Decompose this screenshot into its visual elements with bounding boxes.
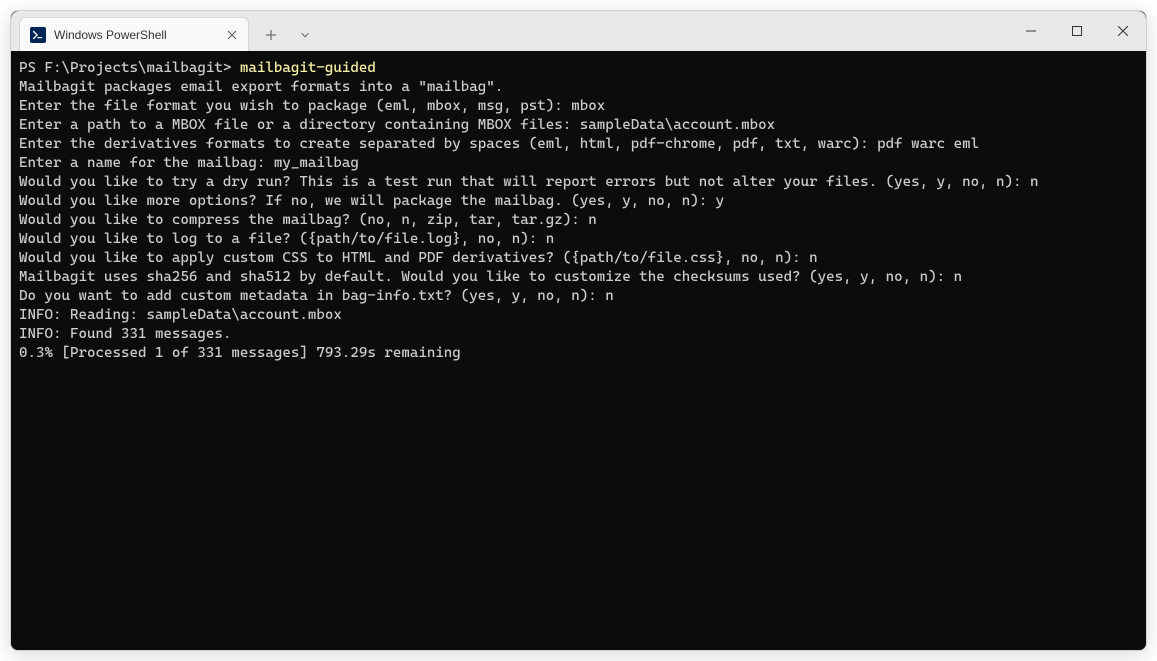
tab-title: Windows PowerShell bbox=[54, 28, 216, 42]
terminal-line: Mailbagit packages email export formats … bbox=[19, 78, 1138, 97]
minimize-button[interactable] bbox=[1008, 11, 1054, 51]
tab-actions bbox=[255, 19, 321, 51]
tab-powershell[interactable]: Windows PowerShell bbox=[19, 17, 249, 51]
terminal-line: Do you want to add custom metadata in ba… bbox=[19, 287, 1138, 306]
maximize-button[interactable] bbox=[1054, 11, 1100, 51]
terminal-line: Would you like to try a dry run? This is… bbox=[19, 173, 1138, 192]
terminal-line: Would you like to compress the mailbag? … bbox=[19, 211, 1138, 230]
powershell-icon bbox=[30, 27, 46, 43]
terminal-line: Enter the derivatives formats to create … bbox=[19, 135, 1138, 154]
terminal-line: Enter the file format you wish to packag… bbox=[19, 97, 1138, 116]
terminal-line: Enter a path to a MBOX file or a directo… bbox=[19, 116, 1138, 135]
close-button[interactable] bbox=[1100, 11, 1146, 51]
terminal-content[interactable]: PS F:\Projects\mailbagit> mailbagit-guid… bbox=[11, 51, 1146, 650]
terminal-line: 0.3% [Processed 1 of 331 messages] 793.2… bbox=[19, 344, 1138, 363]
titlebar: Windows PowerShell bbox=[11, 11, 1146, 51]
terminal-line: INFO: Found 331 messages. bbox=[19, 325, 1138, 344]
tab-dropdown-button[interactable] bbox=[289, 19, 321, 51]
tabs-area: Windows PowerShell bbox=[11, 11, 1008, 51]
terminal-window: Windows PowerShell bbox=[10, 10, 1147, 651]
window-controls bbox=[1008, 11, 1146, 51]
terminal-line: Would you like to log to a file? ({path/… bbox=[19, 230, 1138, 249]
terminal-line: Enter a name for the mailbag: my_mailbag bbox=[19, 154, 1138, 173]
command: mailbagit-guided bbox=[240, 60, 376, 76]
terminal-line: Would you like to apply custom CSS to HT… bbox=[19, 249, 1138, 268]
terminal-line: INFO: Reading: sampleData\account.mbox bbox=[19, 306, 1138, 325]
terminal-line: Mailbagit uses sha256 and sha512 by defa… bbox=[19, 268, 1138, 287]
prompt: PS F:\Projects\mailbagit> bbox=[19, 60, 240, 76]
terminal-line: PS F:\Projects\mailbagit> mailbagit-guid… bbox=[19, 59, 1138, 78]
tab-close-button[interactable] bbox=[224, 27, 240, 43]
new-tab-button[interactable] bbox=[255, 19, 287, 51]
terminal-line: Would you like more options? If no, we w… bbox=[19, 192, 1138, 211]
